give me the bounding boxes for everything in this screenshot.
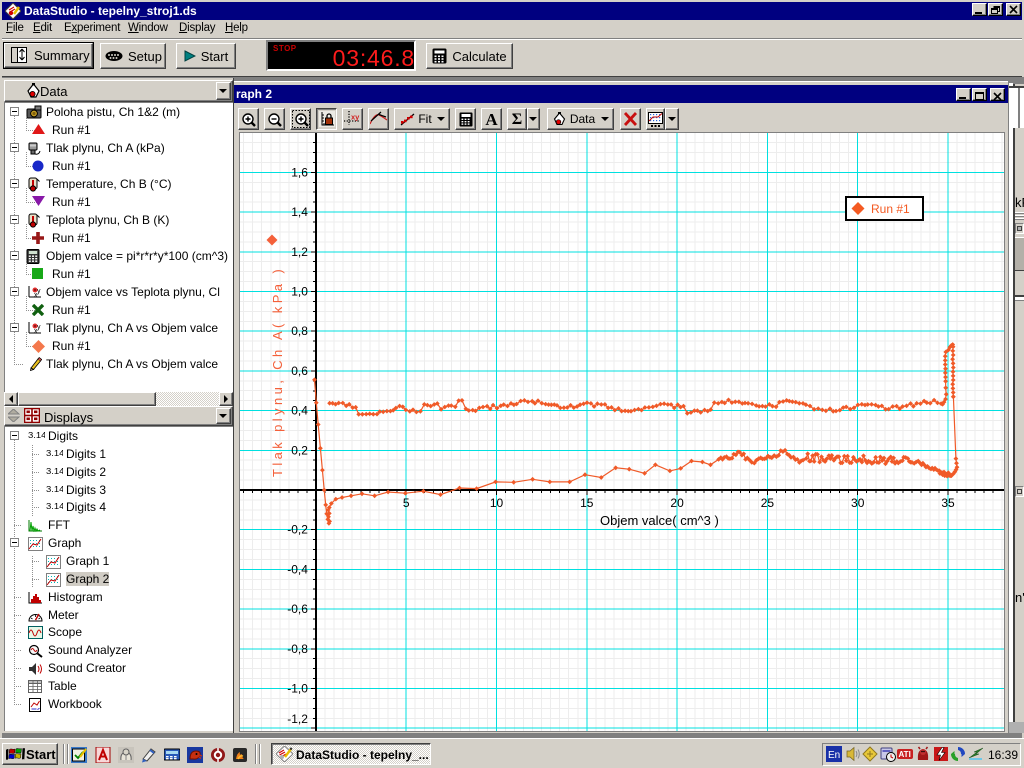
- svg-text:ATI: ATI: [899, 750, 911, 759]
- svg-text:1,4: 1,4: [291, 205, 308, 219]
- svg-text:En: En: [828, 750, 840, 761]
- svg-text:10: 10: [490, 496, 504, 510]
- svg-text:5: 5: [403, 496, 410, 510]
- svg-text:-0,2: -0,2: [287, 523, 308, 537]
- svg-text:0,8: 0,8: [291, 324, 308, 338]
- svg-text:3.14: 3.14: [46, 467, 63, 476]
- svg-text:y: y: [37, 288, 41, 295]
- svg-text:3.14: 3.14: [28, 431, 45, 440]
- svg-text:-1,2: -1,2: [287, 712, 308, 726]
- svg-text:0,4: 0,4: [291, 404, 308, 418]
- svg-text:Objem valce( cm^3 ): Objem valce( cm^3 ): [600, 513, 719, 528]
- svg-text:1,0: 1,0: [291, 285, 308, 299]
- svg-text:20: 20: [670, 496, 684, 510]
- svg-text:Tlak plynu, Ch A( kPa ): Tlak plynu, Ch A( kPa ): [270, 266, 285, 477]
- svg-text:Run #1: Run #1: [871, 202, 910, 216]
- svg-text:1,6: 1,6: [291, 165, 308, 179]
- svg-text:0,2: 0,2: [291, 443, 308, 457]
- svg-text:3.14: 3.14: [46, 502, 63, 511]
- svg-text:0,6: 0,6: [291, 364, 308, 378]
- svg-text:3.14: 3.14: [46, 449, 63, 458]
- svg-text:30: 30: [851, 496, 865, 510]
- svg-text:-0,4: -0,4: [287, 562, 308, 576]
- svg-text:15: 15: [580, 496, 594, 510]
- svg-text:25: 25: [761, 496, 775, 510]
- svg-text:y: y: [37, 324, 41, 331]
- svg-text:-0,8: -0,8: [287, 642, 308, 656]
- svg-text:xy: xy: [351, 113, 360, 122]
- svg-text:1,2: 1,2: [291, 245, 308, 259]
- svg-text:35: 35: [941, 496, 955, 510]
- svg-text:3.14: 3.14: [46, 485, 63, 494]
- svg-text:-1,0: -1,0: [287, 682, 308, 696]
- svg-text:-0,6: -0,6: [287, 602, 308, 616]
